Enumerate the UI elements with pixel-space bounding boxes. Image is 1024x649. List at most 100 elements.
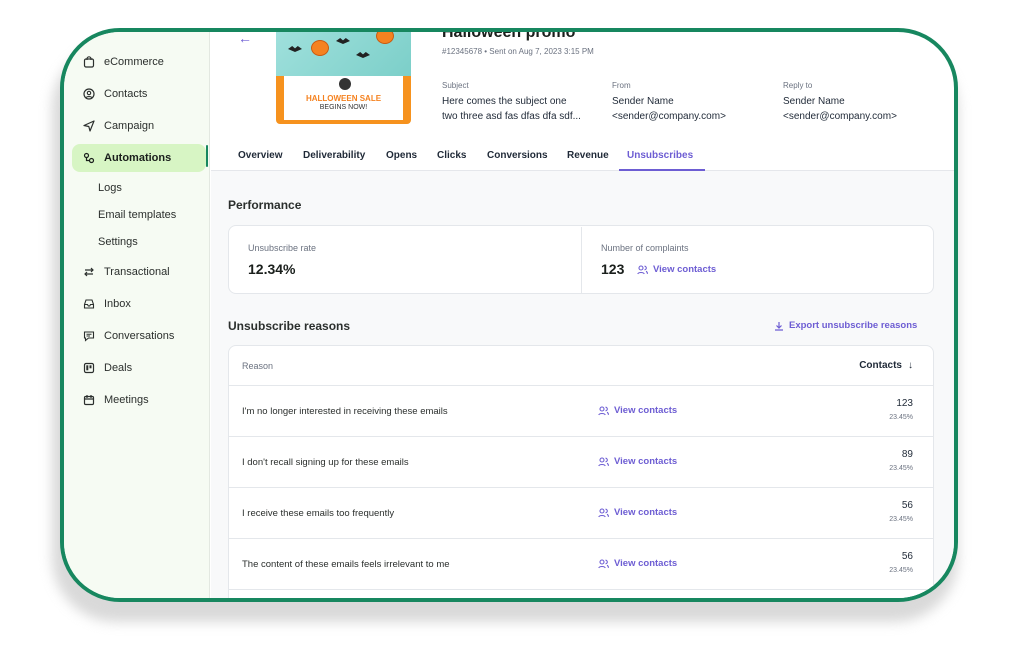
sort-down-arrow-icon: ↓ <box>908 360 913 371</box>
table-row: The content of these emails feels irrele… <box>229 539 933 590</box>
unsubscribe-rate-value: 12.34% <box>248 261 296 277</box>
complaints-value: 123 <box>601 261 625 277</box>
sidebar-item-label: Meetings <box>104 394 149 406</box>
users-icon <box>598 405 609 415</box>
active-indicator <box>206 145 208 167</box>
back-arrow-icon[interactable]: ← <box>238 32 252 46</box>
tab-bar: Overview Deliverability Opens Clicks Con… <box>211 138 954 171</box>
sidebar-item-label: Automations <box>104 152 172 164</box>
reply-to-label: Reply to <box>783 81 813 90</box>
sidebar-item-contacts[interactable]: Contacts <box>72 80 206 108</box>
complaints-label: Number of complaints <box>601 243 689 253</box>
app-frame: eCommerce Contacts Campaign Automations … <box>60 28 958 602</box>
users-icon <box>598 507 609 517</box>
sidebar-item-label: Campaign <box>104 120 155 132</box>
view-contacts-label: View contacts <box>614 558 678 569</box>
thumbnail-begins-text: BEGINS NOW! <box>319 104 368 111</box>
row-view-contacts-link[interactable]: View contacts <box>598 558 677 569</box>
performance-card: Unsubscribe rate 12.34% Number of compla… <box>228 225 934 294</box>
sidebar-item-inbox[interactable]: Inbox <box>72 290 206 318</box>
reply-to-email: <sender@company.com> <box>783 111 897 122</box>
subject-label: Subject <box>442 81 469 90</box>
sidebar-subitem-settings[interactable]: Settings <box>98 236 138 248</box>
reasons-table: Reason Contacts ↓ I'm no longer interest… <box>228 345 934 598</box>
sidebar-item-label: Inbox <box>104 298 131 310</box>
table-row: I'm no longer interested in receiving th… <box>229 386 933 437</box>
row-view-contacts-link[interactable]: View contacts <box>598 456 677 467</box>
unsubscribe-reasons-heading: Unsubscribe reasons <box>228 319 351 333</box>
reason-text: I'm no longer interested in receiving th… <box>242 406 448 417</box>
reason-text: I receive these emails too frequently <box>242 508 395 519</box>
complaints-view-contacts-link[interactable]: View contacts <box>637 264 716 275</box>
calendar-icon <box>82 393 96 407</box>
sidebar-item-ecommerce[interactable]: eCommerce <box>72 48 206 76</box>
contacts-header-label: Contacts <box>859 360 902 371</box>
view-contacts-label: View contacts <box>614 456 678 467</box>
subject-value-line2: two three asd fas dfas dfa sdf... <box>442 111 581 122</box>
inbox-icon <box>82 297 96 311</box>
sidebar-item-label: Deals <box>104 362 133 374</box>
contacts-percentage: 23.45% <box>889 516 913 523</box>
row-view-contacts-link[interactable]: View contacts <box>598 405 677 416</box>
sidebar-subitem-email-templates[interactable]: Email templates <box>98 209 176 221</box>
brand-logo-icon <box>339 78 351 90</box>
sidebar-item-campaign[interactable]: Campaign <box>72 112 206 140</box>
sidebar-item-label: Transactional <box>104 266 170 278</box>
shopping-bag-icon <box>82 55 96 69</box>
sidebar-item-label: Contacts <box>104 88 148 100</box>
tab-deliverability[interactable]: Deliverability <box>303 150 365 161</box>
automation-icon <box>82 151 96 165</box>
contacts-count: 123 <box>896 398 913 409</box>
tab-revenue[interactable]: Revenue <box>567 150 609 161</box>
contacts-percentage: 23.45% <box>889 414 913 421</box>
reason-text: The content of these emails feels irrele… <box>242 559 450 570</box>
tab-clicks[interactable]: Clicks <box>437 150 466 161</box>
contacts-count: 56 <box>901 551 913 562</box>
download-icon <box>775 321 783 331</box>
performance-heading: Performance <box>228 198 302 212</box>
sidebar-item-label: eCommerce <box>104 56 164 68</box>
column-header-contacts[interactable]: Contacts ↓ <box>859 360 913 371</box>
row-view-contacts-link[interactable]: View contacts <box>598 507 677 518</box>
sidebar-subitem-logs[interactable]: Logs <box>98 182 122 194</box>
tab-unsubscribes[interactable]: Unsubscribes <box>627 150 693 161</box>
view-contacts-label: View contacts <box>653 264 717 275</box>
sidebar-item-label: Conversations <box>104 330 175 342</box>
contacts-count: 56 <box>901 500 913 511</box>
column-header-reason: Reason <box>242 361 274 371</box>
tab-overview[interactable]: Overview <box>238 150 282 161</box>
table-row: I don't recall signing up for these emai… <box>229 437 933 488</box>
sidebar-item-transactional[interactable]: Transactional <box>72 258 206 286</box>
sidebar: eCommerce Contacts Campaign Automations … <box>64 32 210 598</box>
main-content: Performance Unsubscribe rate 12.34% Numb… <box>211 171 954 598</box>
unsubscribe-rate-label: Unsubscribe rate <box>248 243 317 253</box>
users-icon <box>598 456 609 466</box>
send-icon <box>82 119 96 133</box>
contacts-percentage: 23.45% <box>889 465 913 472</box>
contacts-percentage: 23.45% <box>889 567 913 574</box>
thumbnail-sale-text: HALLOWEEN SALE <box>305 94 382 103</box>
reason-text: I don't recall signing up for these emai… <box>242 457 409 468</box>
deals-icon <box>82 361 96 375</box>
campaign-meta: #12345678 • Sent on Aug 7, 2023 3:15 PM <box>442 47 594 56</box>
table-header: Reason Contacts ↓ <box>229 346 933 386</box>
card-divider <box>581 227 582 293</box>
sidebar-item-deals[interactable]: Deals <box>72 354 206 382</box>
view-contacts-label: View contacts <box>614 405 678 416</box>
table-row: I receive these emails too frequently Vi… <box>229 488 933 539</box>
sidebar-item-automations[interactable]: Automations <box>72 144 206 172</box>
contacts-icon <box>82 87 96 101</box>
arrows-icon <box>82 265 96 279</box>
from-label: From <box>612 81 631 90</box>
export-unsubscribe-reasons-button[interactable]: Export unsubscribe reasons <box>774 320 917 331</box>
pumpkin-icon <box>311 40 329 56</box>
tab-opens[interactable]: Opens <box>386 150 417 161</box>
email-thumbnail[interactable]: HALLOWEEN SALE BEGINS NOW! <box>276 32 411 124</box>
sidebar-item-meetings[interactable]: Meetings <box>72 386 206 414</box>
reply-to-name: Sender Name <box>783 96 845 107</box>
chat-icon <box>82 329 96 343</box>
from-name: Sender Name <box>612 96 674 107</box>
tab-conversions[interactable]: Conversions <box>487 150 548 161</box>
sidebar-item-conversations[interactable]: Conversations <box>72 322 206 350</box>
users-icon <box>598 558 609 568</box>
